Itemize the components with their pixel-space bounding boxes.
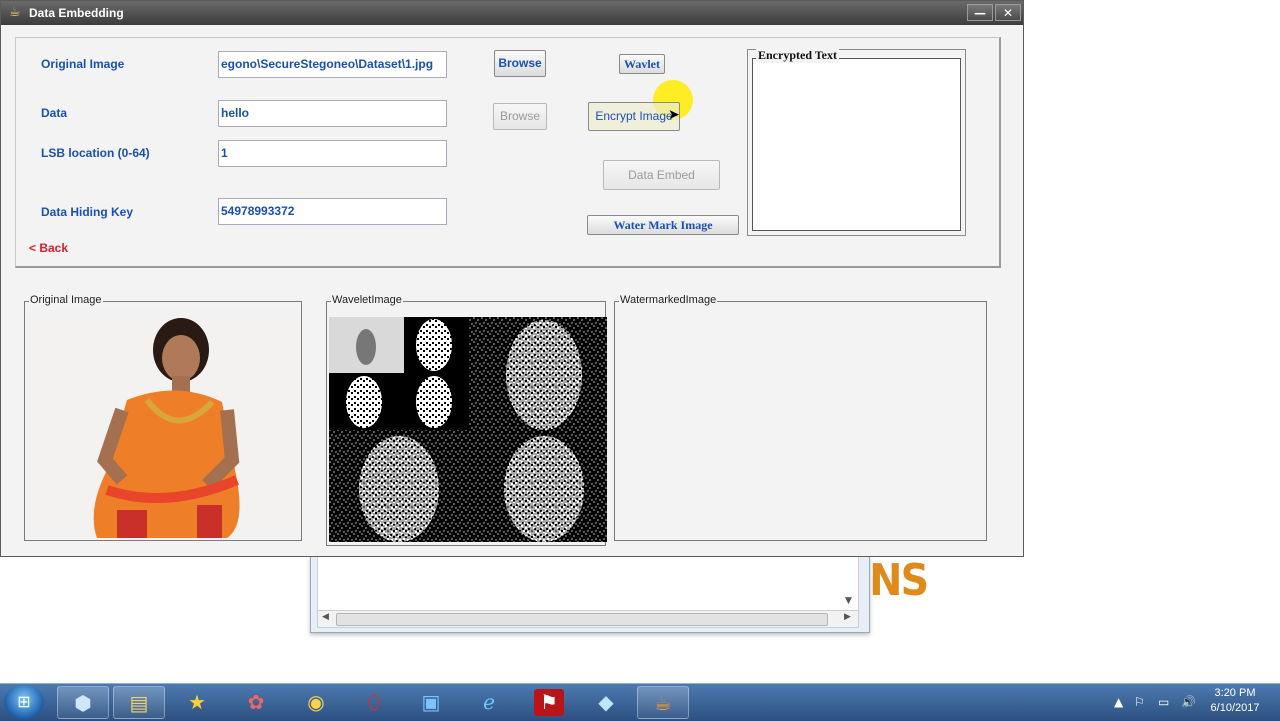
title-bar[interactable]: ☕ Data Embedding — ✕ xyxy=(1,1,1023,25)
network-icon[interactable]: ▭ xyxy=(1158,695,1169,709)
data-label: Data xyxy=(41,106,68,120)
app-star-icon[interactable]: ★ xyxy=(171,686,223,719)
watermarked-image-panel-title: WatermarkedImage xyxy=(619,294,718,306)
wavelet-button[interactable]: Wavlet xyxy=(619,54,665,74)
image-viewer-icon[interactable]: ▣ xyxy=(405,686,457,719)
scrollbar-thumb[interactable] xyxy=(336,613,828,626)
mouse-cursor-icon: ➤ xyxy=(668,107,680,123)
pdf-icon[interactable]: ⚑ xyxy=(534,689,564,716)
wavelet-image-panel: WaveletImage xyxy=(326,294,607,546)
java-cup-icon: ☕ xyxy=(9,5,21,20)
app-gem-icon[interactable]: ◆ xyxy=(580,686,632,719)
file-manager-icon[interactable]: ▤ xyxy=(113,686,165,719)
scroll-left-icon[interactable]: ◀ xyxy=(322,612,329,622)
lsb-location-label: LSB location (0-64) xyxy=(41,146,150,160)
minimize-button[interactable]: — xyxy=(967,4,993,21)
volume-icon[interactable]: 🔊 xyxy=(1181,695,1196,709)
clock-date: 6/10/2017 xyxy=(1210,702,1260,714)
watermark-image-button[interactable]: Water Mark Image xyxy=(587,215,739,235)
encrypted-text-group: Encrypted Text xyxy=(747,48,966,236)
watermarked-image-panel: WatermarkedImage xyxy=(614,294,987,541)
data-hiding-key-field[interactable]: 54978993372 xyxy=(218,198,447,225)
background-window[interactable]: ▼ ◀ ▶ xyxy=(310,556,870,633)
wavelet-image xyxy=(329,317,607,542)
taskbar: ⊞ ⬢ ▤ ★ ✿ ◉ ⬯ ▣ ℯ ⚑ ◆ ☕ ▲ ⚐ ▭ 🔊 3:20 PM … xyxy=(0,683,1280,721)
chrome-icon[interactable]: ◉ xyxy=(290,686,342,719)
start-button[interactable]: ⊞ xyxy=(4,685,44,719)
app-mushroom-icon[interactable]: ✿ xyxy=(230,686,282,719)
original-image-path-field[interactable]: egono\SecureStegoneo\Dataset\1.jpg xyxy=(218,51,447,78)
original-image-label: Original Image xyxy=(41,57,125,71)
background-text-fragment: NS xyxy=(869,555,929,606)
browse-data-button[interactable]: Browse xyxy=(493,103,547,130)
clock[interactable]: 3:20 PM 6/10/2017 xyxy=(1204,686,1266,716)
window-title: Data Embedding xyxy=(29,6,124,20)
original-image-panel: Original Image xyxy=(24,294,302,541)
explorer-icon[interactable]: ⬢ xyxy=(57,686,109,719)
data-embedding-window: ☕ Data Embedding — ✕ Original Image egon… xyxy=(0,0,1024,557)
original-image-panel-title: Original Image xyxy=(29,294,103,306)
flag-icon[interactable]: ⚐ xyxy=(1134,695,1145,709)
ie-icon[interactable]: ℯ xyxy=(463,686,515,719)
opera-icon[interactable]: ⬯ xyxy=(348,686,400,719)
scroll-right-icon[interactable]: ▶ xyxy=(844,612,851,622)
data-field[interactable]: hello xyxy=(218,100,447,127)
original-image xyxy=(27,310,299,538)
data-hiding-key-label: Data Hiding Key xyxy=(41,205,134,219)
encrypted-text-area[interactable] xyxy=(752,58,961,231)
encrypt-image-button[interactable]: Encrypt Image xyxy=(588,102,680,131)
background-window-content xyxy=(317,556,859,611)
data-embed-button[interactable]: Data Embed xyxy=(603,160,720,190)
back-link[interactable]: < Back xyxy=(29,241,68,255)
close-button[interactable]: ✕ xyxy=(995,4,1021,21)
show-hidden-icons-icon[interactable]: ▲ xyxy=(1114,695,1123,709)
clock-time: 3:20 PM xyxy=(1214,687,1256,699)
wavelet-image-panel-title: WaveletImage xyxy=(331,294,403,306)
scroll-down-icon[interactable]: ▼ xyxy=(845,596,852,606)
browse-image-button[interactable]: Browse xyxy=(494,50,546,77)
encrypted-text-title: Encrypted Text xyxy=(756,48,840,63)
lsb-location-field[interactable]: 1 xyxy=(218,140,447,167)
horizontal-scrollbar[interactable]: ◀ ▶ xyxy=(317,610,859,628)
java-icon[interactable]: ☕ xyxy=(637,686,689,719)
